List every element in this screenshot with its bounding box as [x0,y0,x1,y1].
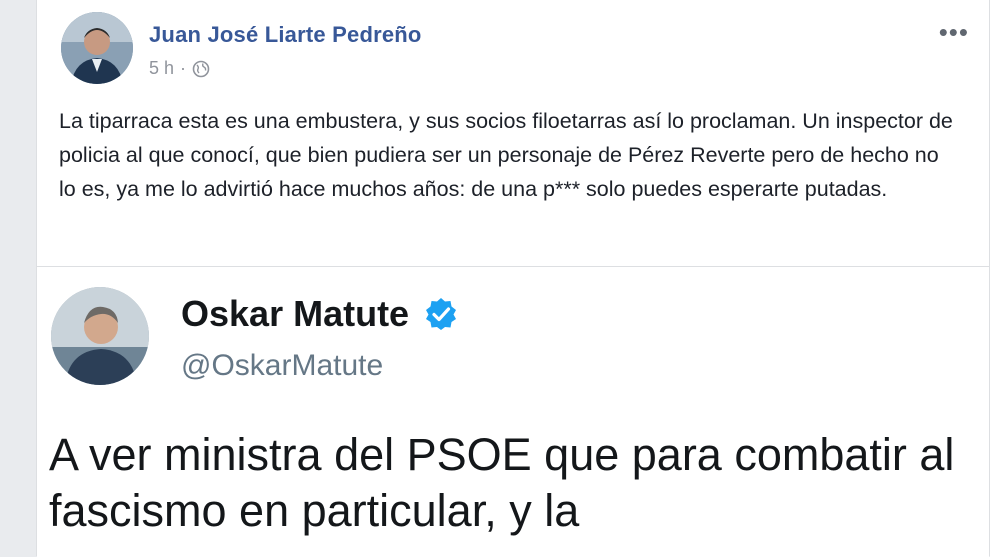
post-timestamp[interactable]: 5 h [149,58,174,79]
author-photo-icon [61,12,133,84]
tweet-author-photo-icon [51,287,149,385]
post-meta: 5 h · [149,58,210,79]
globe-icon[interactable] [192,60,210,78]
tweet-author-avatar[interactable] [51,287,149,385]
meta-separator: · [180,58,187,78]
verified-badge-icon [426,298,457,330]
tweet-author-handle[interactable]: @OskarMatute [181,349,383,383]
embedded-tweet-card[interactable]: Oskar Matute @OskarMatute A ver ministra… [37,266,989,557]
more-options-button[interactable]: ••• [939,19,969,45]
tweet-author-name-text: Oskar Matute [181,293,410,334]
facebook-post-card: Juan José Liarte Pedreño 5 h · ••• La ti… [36,0,990,557]
tweet-author-name[interactable]: Oskar Matute [181,293,459,335]
author-name-link[interactable]: Juan José Liarte Pedreño [149,22,422,48]
tweet-text: A ver ministra del PSOE que para combati… [49,429,955,536]
author-avatar[interactable] [61,12,133,84]
post-header: Juan José Liarte Pedreño 5 h · ••• [61,12,969,92]
post-body-text: La tiparraca esta es una embustera, y su… [59,109,953,201]
